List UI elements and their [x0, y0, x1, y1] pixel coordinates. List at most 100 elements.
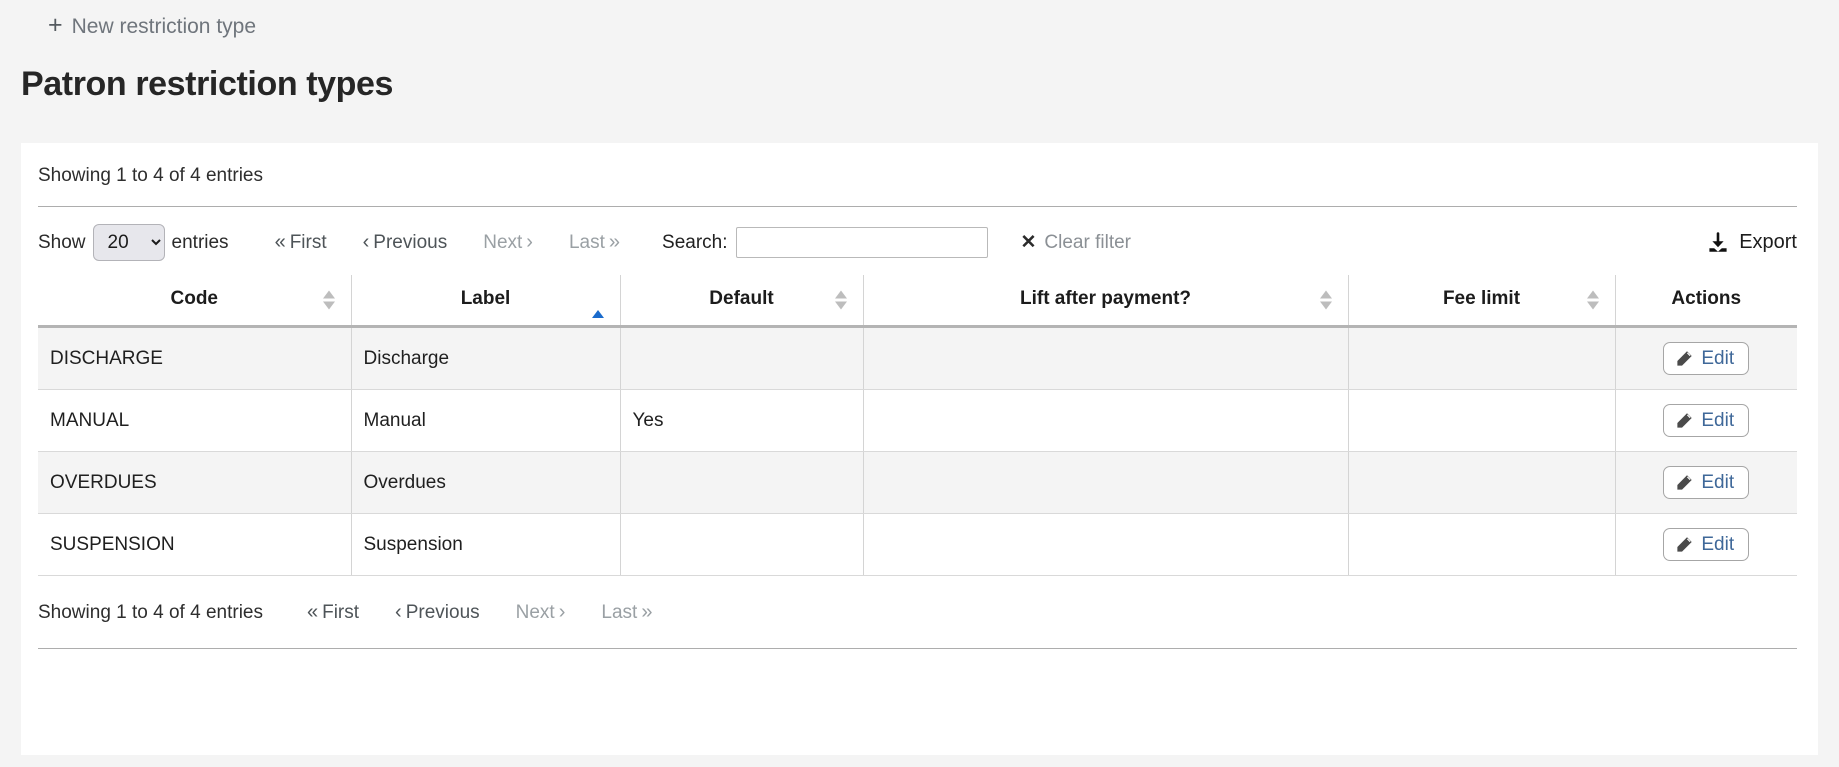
column-header-label[interactable]: Label [351, 275, 621, 328]
cell-default [620, 451, 864, 514]
double-chevron-right-icon: » [641, 601, 653, 623]
table-card: Showing 1 to 4 of 4 entries Show 1020501… [21, 143, 1818, 755]
edit-button[interactable]: Edit [1663, 528, 1750, 561]
table-head: Code Label Default Lift after payment? F… [38, 275, 1797, 328]
cell-code: SUSPENSION [38, 513, 352, 576]
entries-info-top: Showing 1 to 4 of 4 entries [38, 165, 263, 186]
cell-fee-limit [1348, 389, 1616, 452]
chevron-left-icon: ‹ [362, 230, 370, 253]
sort-icon-code [322, 290, 335, 310]
search-group: Search: [662, 227, 988, 258]
cell-fee-limit [1348, 326, 1616, 390]
page-toolbar: + New restriction type [0, 0, 1839, 56]
close-icon: ✕ [1020, 232, 1037, 253]
column-header-fee-limit-label: Fee limit [1442, 288, 1521, 309]
cell-code: OVERDUES [38, 451, 352, 514]
column-header-actions-label: Actions [1671, 288, 1742, 309]
clear-filter-label: Clear filter [1044, 231, 1131, 253]
pagination-previous-label-top: Previous [373, 231, 448, 253]
cell-label: Suspension [351, 513, 621, 576]
column-header-fee-limit[interactable]: Fee limit [1348, 275, 1616, 328]
table-footer: Showing 1 to 4 of 4 entries « First ‹ Pr… [21, 576, 1818, 628]
cell-actions: Edit [1615, 389, 1797, 452]
cell-code: MANUAL [38, 389, 352, 452]
pagination-previous-bottom[interactable]: ‹ Previous [377, 598, 498, 628]
cell-lift-after-payment [863, 513, 1349, 576]
table-row: MANUAL Manual Yes Edit [38, 389, 1797, 452]
column-header-lift-after-payment-label: Lift after payment? [1019, 288, 1192, 309]
column-header-lift-after-payment[interactable]: Lift after payment? [863, 275, 1349, 328]
length-menu: Show 102050100 entries [38, 224, 229, 261]
new-restriction-type-button[interactable]: + New restriction type [48, 11, 257, 39]
cell-actions: Edit [1615, 513, 1797, 576]
pagination-previous-label-bottom: Previous [405, 602, 480, 623]
table-row: SUSPENSION Suspension Edit [38, 513, 1797, 576]
search-label: Search: [662, 231, 728, 253]
sort-icon-lift-after-payment [1319, 290, 1332, 310]
cell-label: Overdues [351, 451, 621, 514]
pagination-top: « First ‹ Previous Next › Last » [257, 228, 638, 258]
edit-button-label: Edit [1701, 534, 1735, 555]
double-chevron-left-icon: « [306, 601, 319, 623]
column-header-default-label: Default [709, 288, 774, 309]
entries-label: entries [171, 231, 229, 253]
sort-icon-default [834, 290, 847, 310]
table-row: DISCHARGE Discharge Edit [38, 326, 1797, 390]
pagination-last-top[interactable]: Last » [551, 228, 638, 258]
entries-per-page-select[interactable]: 102050100 [92, 224, 165, 261]
edit-button-label: Edit [1701, 410, 1735, 431]
clear-filter-button[interactable]: ✕ Clear filter [1021, 232, 1132, 254]
column-header-actions: Actions [1615, 275, 1797, 328]
chevron-right-icon: › [558, 601, 566, 623]
pencil-icon [1675, 349, 1694, 368]
edit-button[interactable]: Edit [1663, 404, 1750, 437]
column-header-label-label: Label [460, 288, 511, 309]
pagination-next-top[interactable]: Next › [465, 228, 551, 258]
cell-lift-after-payment [863, 326, 1349, 390]
page-root: + New restriction type Patron restrictio… [0, 0, 1839, 767]
cell-code: DISCHARGE [38, 326, 352, 390]
pagination-last-label-top: Last [568, 231, 605, 253]
restriction-types-table: Code Label Default Lift after payment? F… [38, 275, 1797, 576]
show-label: Show [38, 231, 86, 253]
pagination-last-bottom[interactable]: Last » [583, 598, 670, 628]
pagination-next-bottom[interactable]: Next › [498, 598, 584, 628]
pagination-next-label-bottom: Next [515, 602, 555, 623]
download-icon [1706, 231, 1730, 255]
column-header-code[interactable]: Code [38, 275, 352, 328]
pagination-first-top[interactable]: « First [257, 228, 345, 258]
column-header-default[interactable]: Default [620, 275, 864, 328]
export-label: Export [1739, 231, 1797, 253]
pagination-first-label-top: First [289, 231, 327, 253]
double-chevron-right-icon: » [608, 230, 621, 253]
pencil-icon [1675, 411, 1694, 430]
cell-label: Discharge [351, 326, 621, 390]
edit-button[interactable]: Edit [1663, 342, 1750, 375]
table-controls: Show 102050100 entries « First ‹ Previou… [21, 207, 1818, 261]
cell-default: Yes [620, 389, 864, 452]
plus-icon: + [48, 11, 63, 39]
pagination-first-label-bottom: First [322, 602, 360, 623]
cell-lift-after-payment [863, 389, 1349, 452]
pagination-next-label-top: Next [483, 231, 523, 253]
search-input[interactable] [735, 227, 988, 258]
sort-icon-fee-limit [1586, 290, 1599, 310]
cell-label: Manual [351, 389, 621, 452]
page-title: Patron restriction types [21, 65, 394, 103]
new-restriction-type-label: New restriction type [71, 15, 257, 38]
cell-default [620, 513, 864, 576]
pencil-icon [1675, 473, 1694, 492]
export-button[interactable]: Export [1706, 231, 1797, 255]
chevron-left-icon: ‹ [395, 601, 402, 623]
pagination-previous-top[interactable]: ‹ Previous [345, 228, 466, 258]
edit-button[interactable]: Edit [1663, 466, 1750, 499]
column-header-code-label: Code [170, 288, 219, 309]
edit-button-label: Edit [1701, 472, 1735, 493]
pagination-first-bottom[interactable]: « First [289, 598, 377, 628]
cell-default [620, 326, 864, 390]
cell-fee-limit [1348, 451, 1616, 514]
divider-bottom [38, 648, 1797, 649]
table-body: DISCHARGE Discharge Edit MANUAL Manual Y… [38, 326, 1797, 576]
cell-actions: Edit [1615, 326, 1797, 390]
table-header-row: Code Label Default Lift after payment? F… [38, 275, 1797, 328]
